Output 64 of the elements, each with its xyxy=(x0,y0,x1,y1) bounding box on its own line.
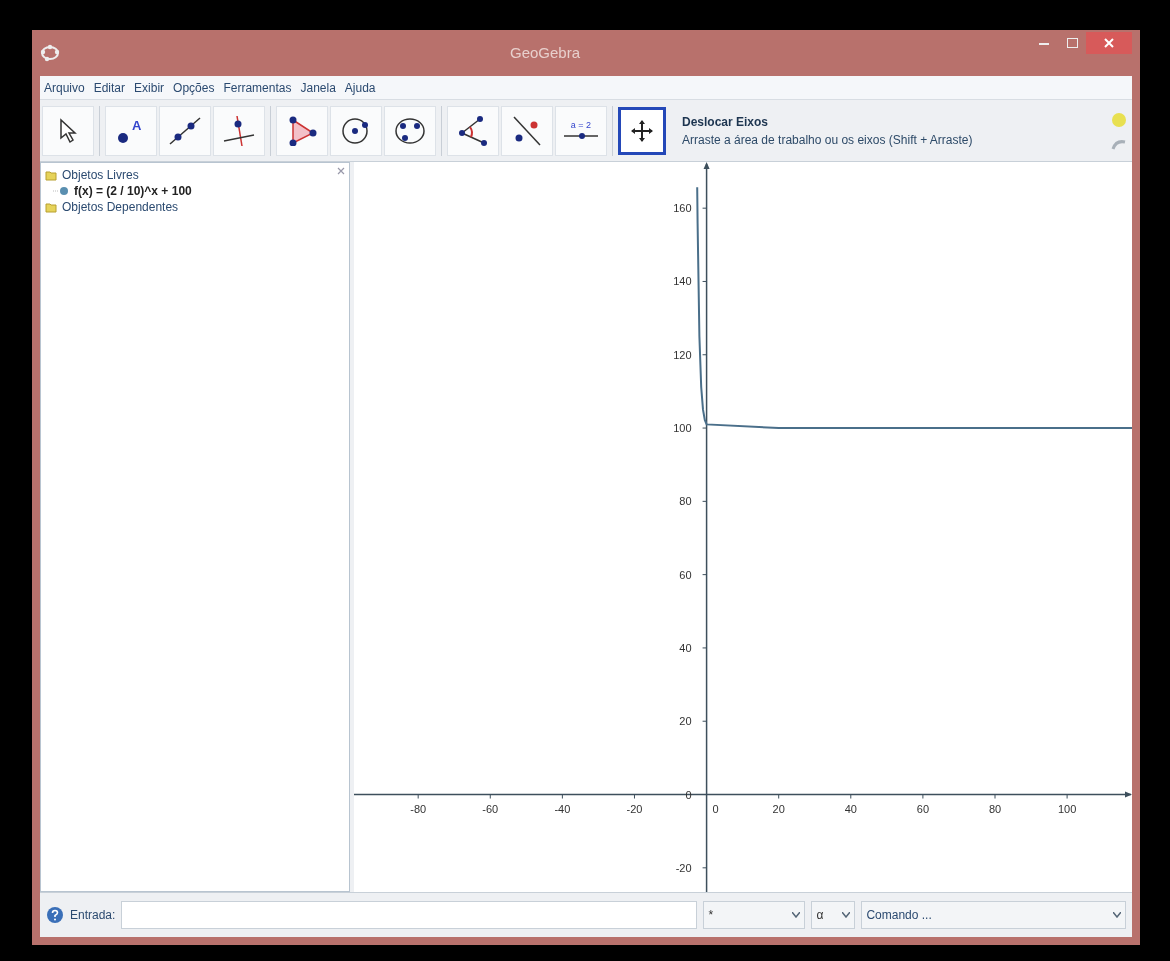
tick-label: 80 xyxy=(988,802,1002,815)
tick-label: -60 xyxy=(482,802,499,815)
pointer-icon xyxy=(57,117,79,144)
tree-folder-row[interactable]: Objetos Livres xyxy=(45,167,345,183)
tool-button[interactable]: a = 2 xyxy=(555,105,607,156)
visibility-dot-icon[interactable] xyxy=(53,186,69,196)
menu-item[interactable]: Editar xyxy=(93,78,126,97)
tick-label: -80 xyxy=(410,802,427,815)
tool-button[interactable] xyxy=(618,106,666,155)
tool-title: Deslocar Eixos xyxy=(682,113,770,131)
window-title: GeoGebra xyxy=(509,42,580,63)
menu-item[interactable]: Ajuda xyxy=(344,78,376,97)
close-icon xyxy=(1104,38,1114,48)
caret-icon xyxy=(792,912,801,918)
angle-icon xyxy=(456,115,490,146)
tick-label: -20 xyxy=(626,802,643,815)
ellipse-icon xyxy=(393,115,427,146)
menu-item[interactable]: Ferramentas xyxy=(223,78,292,97)
close-panel-icon[interactable] xyxy=(337,167,345,175)
menu-item[interactable]: Opções xyxy=(173,78,215,97)
input-label: Entrada: xyxy=(70,907,116,924)
tick-label: 160 xyxy=(673,202,692,215)
tick-label: 140 xyxy=(673,275,692,288)
tick-label: 20 xyxy=(772,802,785,815)
tick-label: 80 xyxy=(679,495,692,508)
tick-label: 40 xyxy=(679,641,692,654)
maximize-icon xyxy=(1066,38,1078,48)
tool-help-text: Arraste a área de trabalho ou os eixos (Shift + Arraste) xyxy=(682,131,974,149)
caret-icon xyxy=(1113,912,1121,918)
move-arrows-icon xyxy=(630,118,654,143)
folder-label: Objetos Livres xyxy=(62,167,139,184)
minimize-icon xyxy=(1039,41,1049,45)
symbol-dropdown[interactable]: * xyxy=(703,901,806,929)
tick-label: 60 xyxy=(679,568,692,581)
tick-label: 100 xyxy=(1057,802,1077,815)
tick-label: 40 xyxy=(844,802,857,815)
command-dropdown[interactable]: Comando ... xyxy=(861,901,1126,929)
open-folder-icon xyxy=(45,169,57,181)
tool-button[interactable]: A xyxy=(105,105,157,156)
tick-label: 100 xyxy=(673,422,692,435)
close-button[interactable] xyxy=(1086,32,1132,54)
line-icon xyxy=(168,115,202,146)
tick-label: -40 xyxy=(554,802,571,815)
caret-icon xyxy=(842,912,851,918)
help-icon[interactable] xyxy=(46,906,64,924)
app-logo-icon xyxy=(40,44,60,62)
tick-label: 60 xyxy=(916,802,929,815)
function-definition[interactable]: f(x) = (2 / 10)^x + 100 xyxy=(74,182,192,200)
function-graph[interactable]: 160 140 120 100 80 60 40 20 0 -80 -60 -40 -20 0 20 40 60 80 100 -20 xyxy=(354,162,1132,892)
tick-label: 120 xyxy=(673,348,692,361)
menu-item[interactable]: Exibir xyxy=(134,78,165,97)
tick-label: 20 xyxy=(679,715,692,728)
menu-item[interactable]: Janela xyxy=(300,78,336,97)
greek-letter-dropdown[interactable]: α xyxy=(811,901,856,929)
tick-label: -20 xyxy=(675,861,692,874)
menu-item[interactable]: Arquivo xyxy=(44,78,85,97)
folder-label: Objetos Dependentes xyxy=(62,199,179,216)
input-field[interactable] xyxy=(121,901,698,929)
reflect-icon xyxy=(510,115,544,146)
open-folder-icon xyxy=(45,201,57,213)
tick-label: 0 xyxy=(685,788,692,801)
tree-folder-row[interactable]: Objetos Dependentes xyxy=(45,199,345,215)
perpendicular-lines-icon xyxy=(222,115,256,146)
origin-label: 0 xyxy=(712,802,719,815)
